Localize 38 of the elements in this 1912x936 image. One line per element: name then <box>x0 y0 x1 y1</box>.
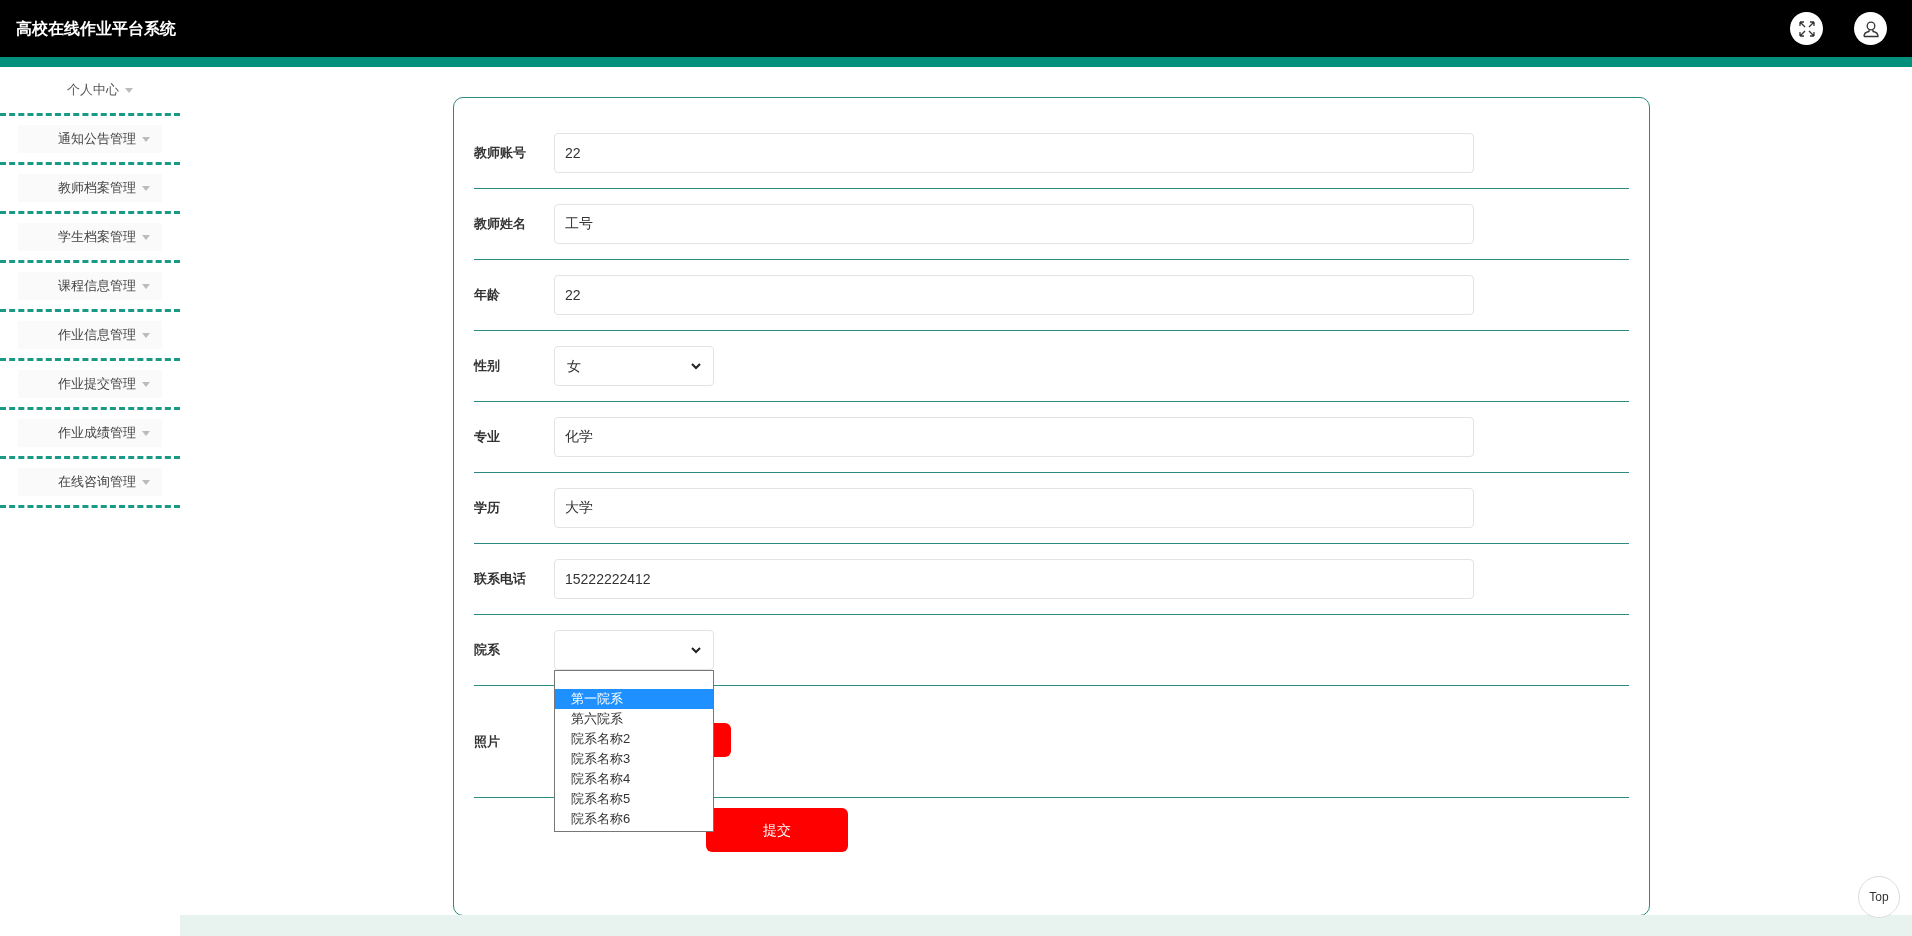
app-title: 高校在线作业平台系统 <box>16 18 176 39</box>
back-to-top-button[interactable]: Top <box>1858 876 1900 918</box>
chevron-icon <box>691 646 701 654</box>
sidebar-item[interactable]: 学生档案管理 <box>18 223 162 251</box>
field-label: 照片 <box>474 732 501 751</box>
field-label: 院系 <box>474 641 501 660</box>
sidebar-item[interactable]: 通知公告管理 <box>18 125 162 153</box>
input-field[interactable]: 22 <box>554 133 1474 173</box>
dropdown-option[interactable]: 第六院系 <box>555 709 713 729</box>
dropdown-option[interactable]: 院系名称2 <box>555 729 713 749</box>
input-field[interactable]: 大学 <box>554 488 1474 528</box>
sidebar-item[interactable]: 作业信息管理 <box>18 321 162 349</box>
field-label: 性别 <box>474 357 501 376</box>
input-field[interactable]: 工号 <box>554 204 1474 244</box>
sidebar-item[interactable]: 在线咨询管理 <box>18 468 162 496</box>
input-field[interactable]: 15222222412 <box>554 559 1474 599</box>
select-field[interactable] <box>554 630 714 670</box>
field-label: 联系电话 <box>474 570 527 589</box>
field-label: 专业 <box>474 428 501 447</box>
input-field[interactable]: 22 <box>554 275 1474 315</box>
input-field[interactable]: 化学 <box>554 417 1474 457</box>
field-label: 年龄 <box>474 286 501 305</box>
field-label: 学历 <box>474 499 501 518</box>
sidebar-item[interactable]: 个人中心 <box>47 80 133 100</box>
sidebar-item[interactable]: 作业成绩管理 <box>18 419 162 447</box>
submit-button[interactable]: 提交 <box>706 808 848 852</box>
select-field[interactable]: 女 <box>554 346 714 386</box>
sidebar-item[interactable]: 课程信息管理 <box>18 272 162 300</box>
fullscreen-icon[interactable] <box>1790 12 1823 45</box>
dropdown-option[interactable]: 院系名称3 <box>555 749 713 769</box>
sidebar-item[interactable]: 作业提交管理 <box>18 370 162 398</box>
sidebar-item[interactable]: 教师档案管理 <box>18 174 162 202</box>
dropdown-option[interactable]: 院系名称4 <box>555 769 713 789</box>
dropdown-option[interactable]: 院系名称5 <box>555 789 713 809</box>
chevron-icon <box>691 362 701 370</box>
user-icon[interactable] <box>1854 12 1887 45</box>
field-label: 教师姓名 <box>474 215 527 234</box>
field-label: 教师账号 <box>474 144 527 163</box>
